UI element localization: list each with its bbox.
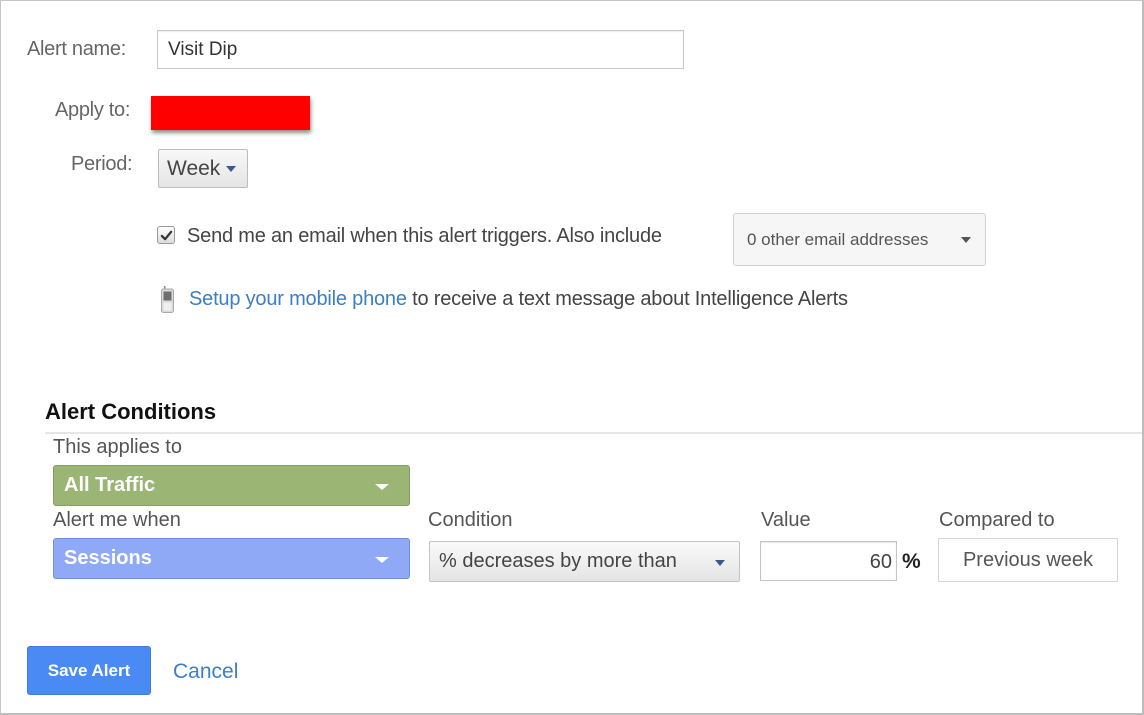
metric-dropdown[interactable]: Sessions [53,538,410,579]
cancel-link[interactable]: Cancel [173,660,238,684]
percent-unit: % [902,550,921,573]
chevron-down-icon [961,237,971,243]
value-label: Value [761,509,811,531]
mobile-phone-icon [161,286,174,313]
alert-me-when-label: Alert me when [53,509,181,531]
alert-name-label: Alert name: [27,38,126,60]
period-dropdown[interactable]: Week [158,149,248,188]
save-alert-button[interactable]: Save Alert [27,646,151,695]
other-email-addresses-value: 0 other email addresses [747,229,929,249]
alert-name-input[interactable]: Visit Dip [157,30,684,69]
period-selected-value: Week [167,156,221,180]
condition-selected-value: % decreases by more than [439,550,677,572]
apply-to-label: Apply to: [55,99,131,121]
apply-to-redacted-value [151,96,310,130]
condition-dropdown[interactable]: % decreases by more than [429,541,740,582]
metric-selected-value: Sessions [64,547,152,569]
other-email-addresses-dropdown[interactable]: 0 other email addresses [733,213,986,266]
period-label: Period: [71,153,133,175]
chevron-down-icon [715,560,725,566]
checkmark-icon [160,230,172,240]
applies-to-selected-value: All Traffic [64,474,156,496]
compared-to-label: Compared to [939,509,1055,531]
applies-to-label: This applies to [53,436,182,458]
value-input[interactable]: 60 [760,541,897,581]
applies-to-dropdown[interactable]: All Traffic [53,465,410,506]
mobile-setup-line: Setup your mobile phone to receive a tex… [189,288,848,311]
email-checkbox[interactable] [157,226,175,244]
email-option-text: Send me an email when this alert trigger… [187,225,662,247]
setup-mobile-phone-link[interactable]: Setup your mobile phone [189,288,407,310]
condition-label: Condition [428,509,513,531]
chevron-down-icon [375,557,389,563]
chevron-down-icon [226,165,237,172]
compared-to-field: Previous week [938,538,1118,582]
alert-conditions-heading: Alert Conditions [45,399,217,424]
section-divider [45,432,1142,434]
mobile-setup-description: to receive a text message about Intellig… [406,288,848,310]
chevron-down-icon [375,484,389,490]
